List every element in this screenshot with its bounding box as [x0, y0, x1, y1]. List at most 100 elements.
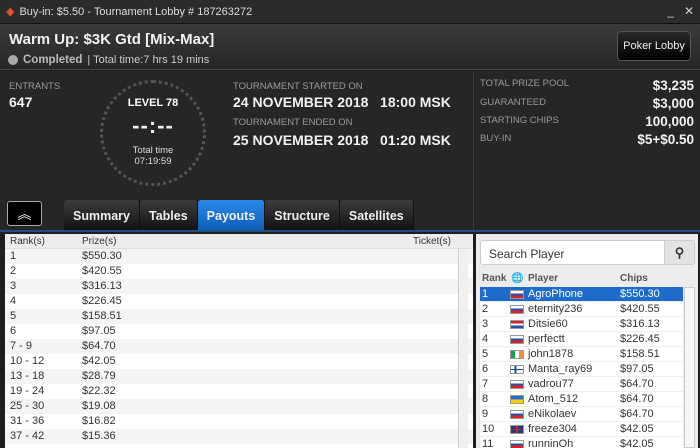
rank-cell: 25 - 30 [10, 400, 45, 412]
flag-russia-icon [510, 440, 524, 448]
flag-russia-icon [510, 380, 524, 389]
level-clock: LEVEL 78 --:-- Total time 07:19:59 [100, 80, 206, 186]
double-chevron-up-icon: ︽ [17, 205, 32, 222]
rank-cell: 11 [482, 438, 494, 448]
table-row: 4 $226.45 [5, 294, 473, 309]
col-rank[interactable]: Rank [482, 273, 506, 284]
close-button[interactable]: ✕ [684, 4, 694, 18]
pokerstars-logo-icon: ◆ [6, 6, 15, 18]
tournament-title: Warm Up: $3K Gtd [Mix-Max] [9, 31, 215, 48]
player-name: eNikolaev [528, 408, 577, 420]
rank-cell: 1 [482, 288, 489, 300]
tab-summary[interactable]: Summary [64, 200, 140, 231]
rank-cell: 4 [10, 295, 17, 307]
player-row[interactable]: 3 Ditsie60 $316.13 [480, 317, 683, 332]
payouts-scrollbar[interactable] [458, 249, 468, 448]
flag-netherlands-icon [510, 320, 524, 329]
stat-value: 100,000 [645, 114, 694, 129]
player-row[interactable]: 8 Atom_512 $64.70 [480, 392, 683, 407]
search-button[interactable]: ⚲ [664, 241, 694, 264]
player-row[interactable]: 7 vadrou77 $64.70 [480, 377, 683, 392]
player-row[interactable]: 6 Manta_ray69 $97.05 [480, 362, 683, 377]
player-row[interactable]: 1 AgroPhone $550.30 [480, 287, 683, 302]
tab-underline [0, 230, 700, 232]
chips-cell: $420.55 [620, 303, 660, 315]
flag-russia-icon [510, 305, 524, 314]
table-row: 31 - 36 $16.82 [5, 414, 473, 429]
table-row: 5 $158.51 [5, 309, 473, 324]
players-scrollbar[interactable] [684, 287, 695, 448]
tournament-header: Warm Up: $3K Gtd [Mix-Max] Completed | T… [0, 24, 700, 70]
player-row[interactable]: 11 runninOh $42.05 [480, 437, 683, 448]
player-row[interactable]: 9 eNikolaev $64.70 [480, 407, 683, 422]
table-row: 6 $97.05 [5, 324, 473, 339]
stat-label: STARTING CHIPS [480, 115, 559, 126]
table-row: 13 - 18 $28.79 [5, 369, 473, 384]
col-prize[interactable]: Prize(s) [82, 236, 116, 247]
tab-structure[interactable]: Structure [265, 200, 340, 231]
rank-cell: 9 [482, 408, 489, 420]
col-rank[interactable]: Rank(s) [10, 236, 45, 247]
prize-cell: $16.82 [82, 415, 116, 427]
tab-payouts[interactable]: Payouts [197, 200, 266, 231]
chips-cell: $64.70 [620, 378, 654, 390]
level-timer: --:-- [132, 113, 174, 138]
player-row[interactable]: 5 john1878 $158.51 [480, 347, 683, 362]
tab-satellites[interactable]: Satellites [339, 200, 414, 231]
player-name: Ditsie60 [528, 318, 568, 330]
started-value: 24 NOVEMBER 2018 18:00 MSK [233, 94, 451, 110]
players-header: Rank 🌐 Player Chips [480, 270, 696, 286]
rank-cell: 2 [10, 265, 17, 277]
col-player[interactable]: Player [528, 273, 558, 284]
chips-cell: $158.51 [620, 348, 660, 360]
player-name: perfectt [528, 333, 565, 345]
col-chips[interactable]: Chips [620, 273, 648, 284]
stat-value: $3,235 [652, 78, 694, 93]
rank-cell: 8 [482, 393, 489, 405]
poker-lobby-button[interactable]: Poker Lobby [617, 31, 691, 61]
minimize-button[interactable]: _ [667, 4, 674, 18]
stat-label: TOTAL PRIZE POOL [480, 78, 570, 89]
tab-tables[interactable]: Tables [139, 200, 198, 231]
collapse-button[interactable]: ︽ [7, 201, 42, 226]
rank-cell: 2 [482, 303, 489, 315]
chips-cell: $550.30 [620, 288, 660, 300]
player-row[interactable]: 10 freeze304 $42.05 [480, 422, 683, 437]
status-text: Completed [23, 54, 83, 66]
col-ticket[interactable]: Ticket(s) [413, 236, 451, 247]
player-name: Manta_ray69 [528, 363, 593, 375]
rank-cell: 3 [10, 280, 17, 292]
rank-cell: 37 - 42 [10, 430, 45, 442]
player-name: vadrou77 [528, 378, 574, 390]
flag-russia-icon [510, 410, 524, 419]
status: Completed | Total time:7 hrs 19 mins [8, 54, 209, 66]
player-name: eternity236 [528, 303, 583, 315]
flag-ireland-icon [510, 350, 524, 359]
rank-cell: 10 - 12 [10, 355, 45, 367]
chips-cell: $97.05 [620, 363, 654, 375]
globe-icon[interactable]: 🌐 [511, 273, 523, 284]
search-player-input[interactable]: Search Player ⚲ [480, 240, 695, 265]
table-row: 1 $550.30 [5, 249, 473, 264]
level: LEVEL 78 [127, 97, 179, 109]
prize-cell: $316.13 [82, 280, 122, 292]
prize-cell: $226.45 [82, 295, 122, 307]
player-name: Atom_512 [528, 393, 579, 405]
payouts-table: Rank(s) Prize(s) Ticket(s) 1 $550.30 2 $420… [5, 234, 473, 448]
ended-value: 25 NOVEMBER 2018 01:20 MSK [233, 132, 451, 148]
flag-russia-icon [510, 335, 524, 344]
players-panel: Search Player ⚲ Rank 🌐 Player Chips 1 Agr… [476, 234, 698, 448]
prize-cell: $550.30 [82, 250, 122, 262]
player-row[interactable]: 4 perfectt $226.45 [480, 332, 683, 347]
divider [473, 71, 474, 231]
prize-cell: $15.36 [82, 430, 116, 442]
search-placeholder: Search Player [489, 247, 565, 261]
entrants-label: ENTRANTS [9, 81, 61, 92]
prize-cell: $19.08 [82, 400, 116, 412]
rank-cell: 10 [482, 423, 495, 435]
prize-cell: $28.79 [82, 370, 116, 382]
table-row: 25 - 30 $19.08 [5, 399, 473, 414]
player-row[interactable]: 2 eternity236 $420.55 [480, 302, 683, 317]
prize-cell: $420.55 [82, 265, 122, 277]
rank-cell: 1 [10, 250, 17, 262]
